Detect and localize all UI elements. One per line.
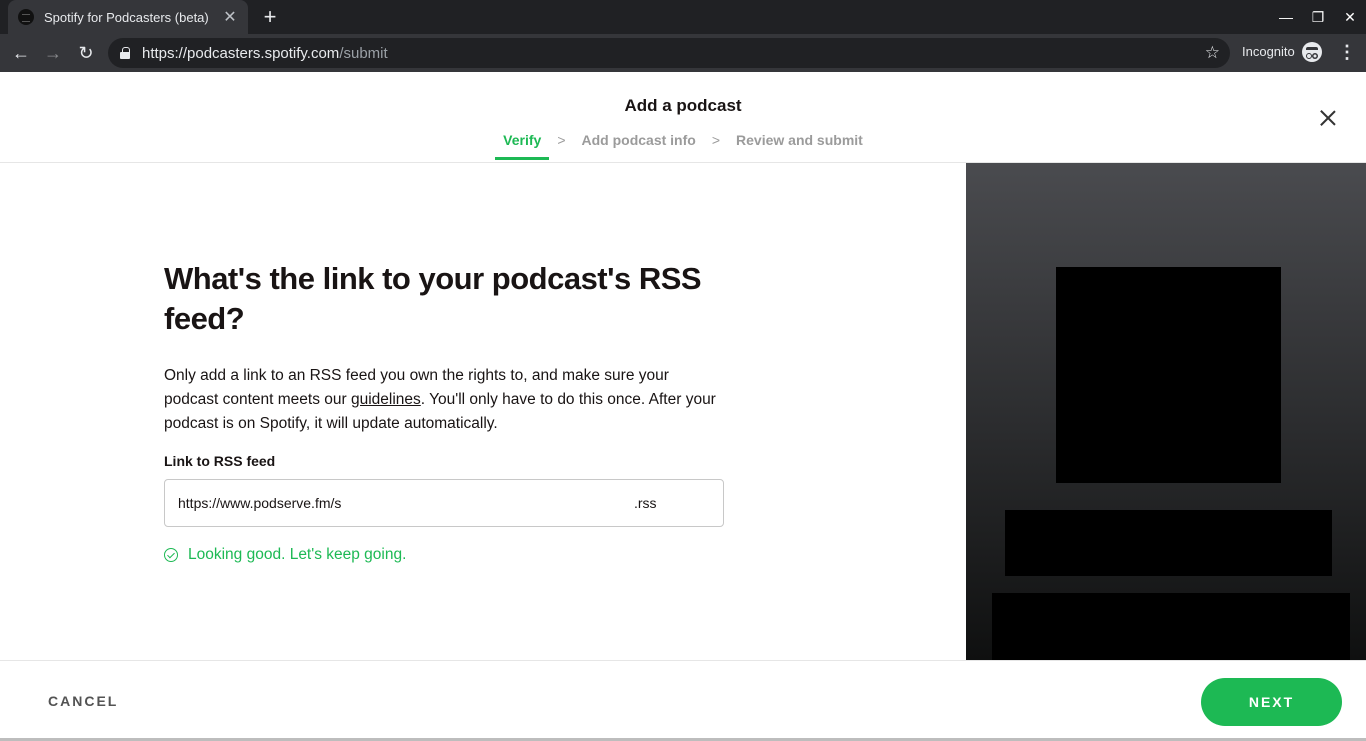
browser-tab-strip: Spotify for Podcasters (beta) ✕ + — ❐ ✕	[0, 0, 1366, 34]
form-heading: What's the link to your podcast's RSS fe…	[164, 261, 702, 336]
restore-icon[interactable]: ❐	[1302, 9, 1334, 26]
tab-close-icon[interactable]: ✕	[222, 7, 238, 27]
form-description: Only add a link to an RSS feed you own t…	[164, 364, 724, 436]
new-tab-button[interactable]: +	[258, 4, 282, 30]
step-review-and-submit[interactable]: Review and submit	[728, 132, 871, 148]
wizard-steps: Verify > Add podcast info > Review and s…	[0, 132, 1366, 160]
chevron-right-icon: >	[557, 132, 566, 148]
page-title: Add a podcast	[624, 96, 742, 115]
podcast-preview-panel	[966, 163, 1366, 660]
url-host: https://podcasters.spotify.com	[142, 44, 340, 62]
step-verify[interactable]: Verify	[495, 132, 550, 160]
tab-title: Spotify for Podcasters (beta)	[44, 9, 209, 25]
bookmark-star-icon[interactable]: ☆	[1205, 43, 1220, 63]
browser-tab[interactable]: Spotify for Podcasters (beta) ✕	[8, 0, 248, 34]
check-circle-icon	[164, 548, 178, 562]
back-icon[interactable]: ←	[8, 40, 34, 66]
rss-field-label: Link to RSS feed	[164, 453, 276, 469]
wizard-footer: CANCEL NEXT	[0, 660, 1366, 738]
url-path: /submit	[339, 44, 388, 62]
close-icon[interactable]	[1316, 106, 1340, 130]
form-panel: What's the link to your podcast's RSS fe…	[0, 163, 966, 660]
chevron-right-icon: >	[711, 132, 721, 148]
forward-icon[interactable]: →	[40, 40, 66, 66]
next-button[interactable]: NEXT	[1201, 678, 1342, 726]
reload-icon[interactable]: ↻	[73, 40, 99, 66]
podcast-title-redacted	[1005, 510, 1332, 576]
spotify-favicon-icon	[18, 9, 34, 25]
step-add-podcast-info[interactable]: Add podcast info	[574, 132, 704, 148]
wizard-header: Add a podcast Verify > Add podcast info …	[0, 72, 1366, 163]
incognito-icon[interactable]	[1302, 42, 1322, 62]
address-bar[interactable]: https://podcasters.spotify.com/submit ☆	[108, 38, 1230, 68]
incognito-label: Incognito	[1242, 44, 1295, 59]
validation-message: Looking good. Let's keep going.	[164, 546, 406, 564]
window-close-icon[interactable]: ✕	[1334, 9, 1366, 26]
lock-icon	[120, 47, 130, 59]
browser-toolbar: ← → ↻ https://podcasters.spotify.com/sub…	[0, 34, 1366, 72]
guidelines-link[interactable]: guidelines	[351, 391, 421, 408]
cancel-button[interactable]: CANCEL	[48, 693, 118, 709]
minimize-icon[interactable]: —	[1270, 9, 1302, 25]
window-controls: — ❐ ✕	[1270, 0, 1366, 34]
rss-suffix-text: .rss	[634, 495, 657, 511]
success-text: Looking good. Let's keep going.	[188, 546, 407, 563]
browser-menu-icon[interactable]: ⋮	[1338, 42, 1356, 63]
podcast-description-redacted	[992, 593, 1350, 660]
podcast-cover-redacted	[1056, 267, 1281, 483]
